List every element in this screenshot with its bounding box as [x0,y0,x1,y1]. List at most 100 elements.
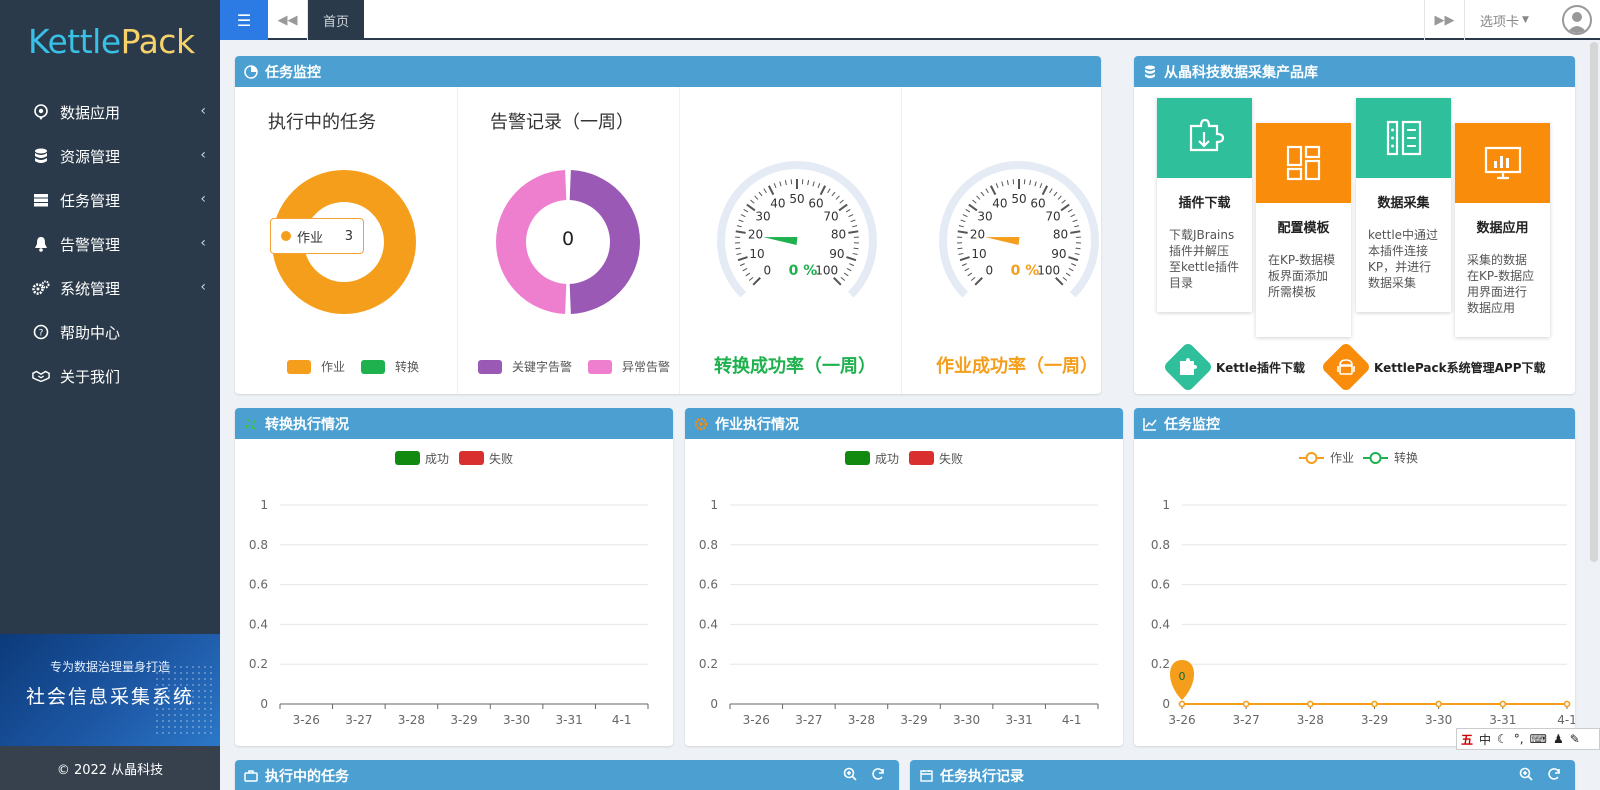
moon-icon[interactable]: ☾ [1497,732,1508,746]
x-tick-label: 4-1 [1557,713,1575,727]
chevron-left-icon: ‹ [200,279,206,295]
hamburger-icon: ☰ [236,10,252,30]
gauge-tick [838,203,848,212]
y-tick-label: 0.4 [249,617,268,631]
gauge-tick [964,268,970,272]
tab-options-dropdown[interactable]: 选项卡 ▼ [1464,0,1544,40]
gauge-tick [840,276,846,281]
kettle-plugin-download-link[interactable]: Kettle插件下载 [1162,341,1305,393]
panel-title: 从晶科技数据采集产品库 [1164,64,1318,81]
sidebar-item-about-us[interactable]: 关于我们 [0,354,220,398]
running-tasks-panel: 执行中的任务 [235,760,899,790]
legend-label: 成功 [875,452,899,466]
gauge-tick [746,203,756,212]
gauge-needle [763,237,798,245]
gauge-tick [968,203,978,212]
gauge-tick [972,199,977,204]
wrench-icon[interactable]: ✎ [1570,732,1580,746]
gauge-tick [970,276,976,281]
gauge-tick-label: 80 [1053,227,1068,241]
gauge-tick-label: 100 [1037,264,1060,278]
tab-scroll-left-button[interactable]: ◀◀ [268,0,308,40]
panel-header: 作业执行情况 [685,408,1123,439]
puzzle-download-icon [1189,118,1224,152]
gauge-tick-label: 30 [977,209,992,223]
legend-label[interactable]: 关键字告警 [512,358,572,375]
job-exec-chart: 0 0.2 0.4 0.6 0.8 1 3-26 3-27 3-28 3-29 3-30 3-31 4-… [699,451,1099,727]
app-logo[interactable]: KettlePack [28,22,195,61]
product-desc: kettle中通过本插件连接KP，并进行数据采集 [1368,228,1439,290]
sidebar-item-system-management[interactable]: 系统管理 ‹ [0,266,220,310]
gauge-tick [1065,272,1071,277]
product-card-config-template[interactable]: 配置模板 在KP-数据模板界面添加所需模板 [1256,123,1351,337]
tab-scroll-right-button[interactable]: ▶▶ [1424,0,1464,40]
ime-lang-toggle[interactable]: 中 [1479,731,1491,748]
product-title: 插件下载 [1178,196,1231,211]
gauge-tick [1074,225,1080,228]
product-image [1256,123,1351,203]
marker-label: 0 [1179,670,1186,683]
product-card-data-application[interactable]: 数据应用 采集的数据在KP-数据应用界面进行数据应用 [1455,123,1550,337]
page-scrollbar[interactable] [1590,42,1598,562]
handshake-icon [32,367,50,385]
keyboard-icon[interactable]: ⌨ [1530,732,1547,746]
sidebar-item-task-management[interactable]: 任务管理 ‹ [0,178,220,222]
panel-title: 任务监控 [1164,416,1220,433]
x-tick-label: 3-28 [848,713,875,727]
product-card-data-collection[interactable]: 数据采集 kettle中通过本插件连接KP，并进行数据采集 [1356,98,1451,312]
tab-home[interactable]: 首页 [308,0,364,40]
caret-down-icon: ▼ [1522,15,1529,25]
refresh-icon[interactable] [1547,767,1561,785]
sidebar-item-help-center[interactable]: ? 帮助中心 [0,310,220,354]
x-tick-label: 3-27 [795,713,822,727]
sidebar-item-data-application[interactable]: 数据应用 ‹ [0,90,220,134]
product-title: 配置模板 [1277,221,1330,236]
product-card-plugin-download[interactable]: 插件下载 下载JBrains插件并解压至kettle插件目录 [1157,98,1252,312]
tab-options-label: 选项卡 [1480,14,1520,30]
gauge-tick [843,272,849,277]
x-tick-label: 3-30 [503,713,530,727]
app-download-link[interactable]: KettlePack系统管理APP下载 [1320,341,1546,393]
y-tick-label: 0.8 [249,538,268,552]
product-title: 数据采集 [1377,196,1430,211]
sidebar-item-alarm-management[interactable]: 告警管理 ‹ [0,222,220,266]
x-tick-label: 3-26 [743,713,770,727]
download-label: KettlePack系统管理APP下载 [1374,360,1546,375]
alarm-value: 0 [561,228,575,250]
y-tick-label: 0 [710,697,718,711]
tooltip-dot [281,231,291,241]
gauge-tick [848,214,854,218]
legend-label[interactable]: 作业 [321,358,345,375]
gauge-tick [957,247,963,250]
tooltip-label: 作业 [297,230,324,246]
panel-title: 执行中的任务 [265,768,349,785]
transform-success-gauge: 0 10 20 3040 50 6070 80 90 1000 % [717,161,877,298]
gauge-tick [852,252,858,256]
sidebar-item-resource-management[interactable]: 资源管理 ‹ [0,134,220,178]
gauge-tick [961,263,967,267]
divider [679,87,680,394]
user-icon[interactable]: ♟ [1553,732,1564,746]
user-avatar[interactable] [1562,5,1592,35]
download-label: Kettle插件下载 [1216,360,1305,375]
menu-toggle-button[interactable]: ☰ [220,0,268,40]
legend-label[interactable]: 异常告警 [622,358,670,375]
ime-toolbar[interactable]: 五 中 ☾ °, ⌨ ♟ ✎ [1456,728,1600,750]
banner-subtitle: 专为数据治理量身打造 [49,660,170,674]
legend-label[interactable]: 转换 [395,358,419,375]
data-point [1242,700,1250,708]
gauge-tick [767,185,775,196]
x-tick-label: 4-1 [612,713,632,727]
panel-title: 任务执行记录 [940,768,1024,785]
x-tick-label: 3-30 [953,713,980,727]
panel-title: 作业执行情况 [715,416,799,433]
zoom-in-icon[interactable] [1519,767,1533,785]
panel-actions [843,767,885,785]
running-tasks-title: 执行中的任务 [268,112,376,133]
refresh-icon[interactable] [871,767,885,785]
gauge-tick [748,276,754,281]
gauge-tick [1034,181,1037,187]
punctuation-icon[interactable]: °, [1514,732,1524,746]
legend-swatch [287,359,311,374]
zoom-in-icon[interactable] [843,767,857,785]
